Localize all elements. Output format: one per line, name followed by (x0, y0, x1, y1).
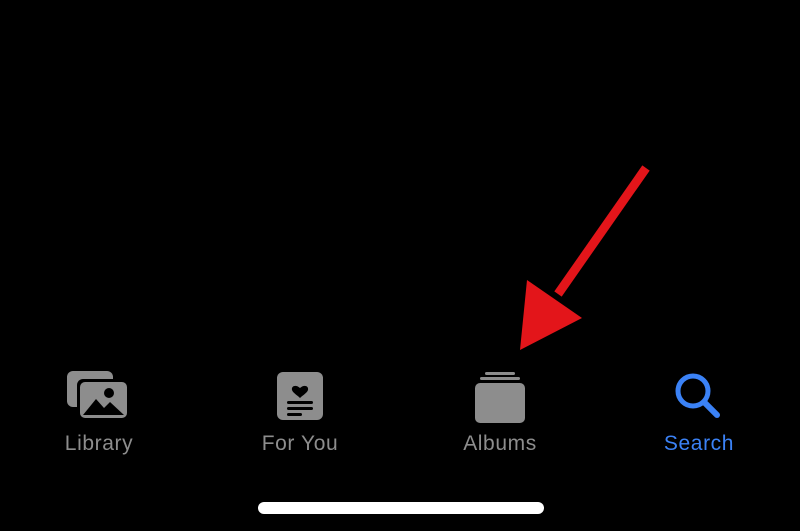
tab-for-you-label: For You (261, 432, 339, 455)
tab-albums-label: Albums (463, 432, 537, 455)
tab-search[interactable]: Search (619, 360, 779, 460)
tab-for-you[interactable]: For You (220, 360, 380, 460)
magnifying-glass-icon (664, 368, 734, 424)
tab-albums[interactable]: Albums (420, 360, 580, 460)
tab-bar: Library For You Albums Search (0, 360, 800, 460)
tab-library-label: Library (64, 432, 134, 455)
photo-stack-icon (64, 368, 134, 424)
albums-stack-icon (465, 368, 535, 424)
tab-search-label: Search (663, 432, 735, 455)
for-you-card-icon (265, 368, 335, 424)
home-indicator (258, 502, 544, 514)
tab-library[interactable]: Library (19, 360, 179, 460)
